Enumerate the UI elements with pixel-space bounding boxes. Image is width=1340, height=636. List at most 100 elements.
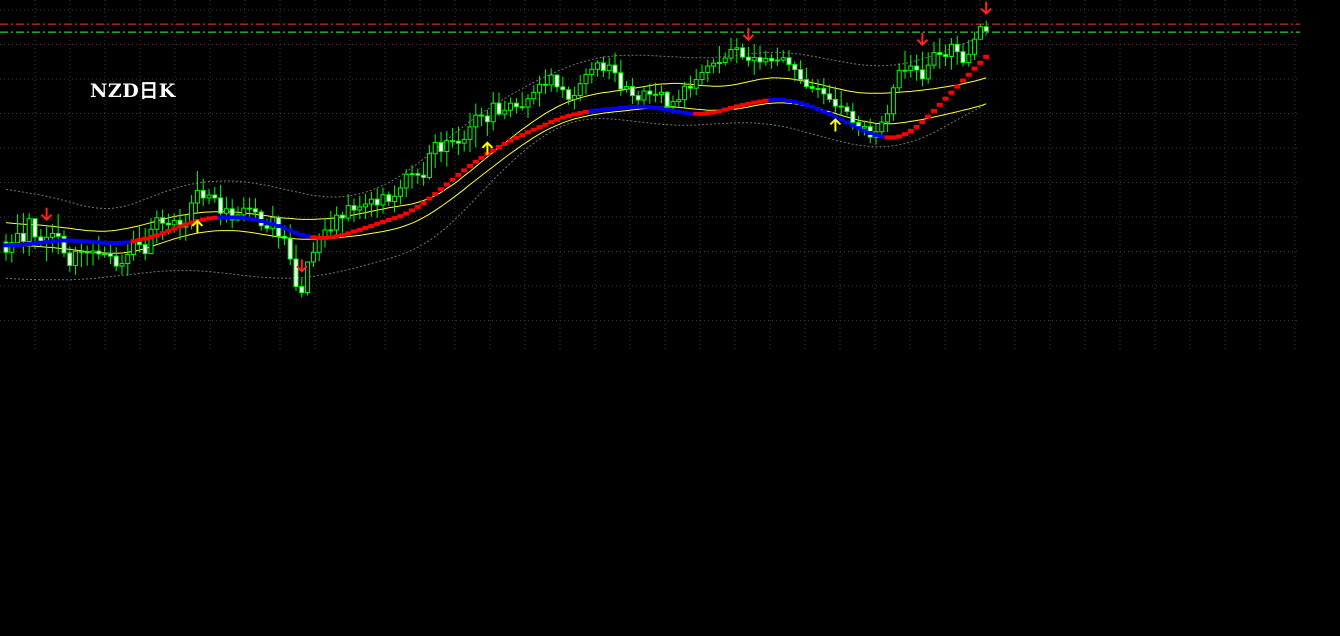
candle-body-up xyxy=(890,87,896,115)
trend-dot-up xyxy=(507,138,514,143)
trend-dot-down xyxy=(594,108,601,113)
candle-body-up xyxy=(194,190,200,204)
candle-body-up xyxy=(537,83,543,93)
candle-body-down xyxy=(32,218,38,238)
trend-dot-up xyxy=(327,235,334,240)
candle-body-down xyxy=(635,95,641,101)
trend-dot-down xyxy=(617,106,624,110)
trend-dot-up xyxy=(206,216,212,221)
trend-dot-down xyxy=(20,242,27,247)
candle-body-up xyxy=(780,57,786,61)
trend-dot-up xyxy=(965,72,972,77)
trend-dot-down xyxy=(641,104,647,109)
candle-body-up xyxy=(977,26,983,40)
candle-body-down xyxy=(293,258,299,288)
trend-dot-down xyxy=(90,240,96,245)
trend-dot-down xyxy=(3,243,9,248)
candle-body-down xyxy=(67,252,73,266)
candle-body-down xyxy=(919,69,925,80)
trend-dot-down xyxy=(246,216,253,221)
trend-dot-up xyxy=(211,215,218,220)
candle-body-down xyxy=(258,211,264,227)
trend-dot-down xyxy=(61,238,67,243)
trend-dot-down xyxy=(252,217,259,222)
candle-body-up xyxy=(624,86,630,90)
candle-body-down xyxy=(821,87,827,95)
trend-dot-down xyxy=(832,114,839,119)
candle-body-down xyxy=(247,207,253,210)
candle-body-up xyxy=(948,43,954,57)
candle-body-down xyxy=(374,198,380,206)
candle-body-down xyxy=(96,250,102,255)
candle-body-down xyxy=(740,47,746,58)
trend-dot-down xyxy=(623,105,630,110)
trend-dot-up xyxy=(449,177,456,182)
trend-dot-up xyxy=(722,107,729,112)
candle-body-up xyxy=(444,140,450,153)
candle-body-up xyxy=(606,64,612,72)
trend-dot-up xyxy=(182,222,189,227)
trend-dot-up xyxy=(461,168,468,173)
chart-background xyxy=(0,0,1340,631)
candle-body-down xyxy=(287,237,293,260)
candle-body-down xyxy=(803,79,809,88)
candle-body-up xyxy=(426,153,432,178)
candle-body-down xyxy=(421,174,427,178)
price-chart[interactable] xyxy=(0,0,1340,631)
trend-dot-up xyxy=(548,120,555,125)
trend-dot-up xyxy=(478,155,485,160)
candle-body-up xyxy=(357,206,363,211)
candle-body-down xyxy=(960,51,966,64)
trend-dot-up xyxy=(322,235,328,240)
trend-dot-down xyxy=(681,110,688,115)
candle-body-down xyxy=(513,102,519,108)
candle-body-down xyxy=(687,85,693,89)
trend-dot-down xyxy=(32,241,38,246)
trend-dot-down xyxy=(43,240,50,245)
candle-body-down xyxy=(629,86,635,97)
candle-body-up xyxy=(102,253,108,256)
trend-dot-up xyxy=(519,133,526,138)
candle-body-up xyxy=(711,62,717,67)
candle-body-down xyxy=(809,86,815,89)
trend-dot-down xyxy=(101,240,108,245)
trend-dot-down xyxy=(803,102,810,107)
trend-dot-up xyxy=(391,216,398,221)
candle-body-down xyxy=(218,197,224,214)
trend-dot-up xyxy=(153,233,160,238)
candle-body-up xyxy=(125,254,131,265)
trend-dot-down xyxy=(867,130,874,135)
candle-body-down xyxy=(792,63,798,71)
candle-body-down xyxy=(664,91,670,107)
trend-dot-up xyxy=(351,229,357,234)
trend-dot-up xyxy=(971,66,978,71)
trend-dot-up xyxy=(316,235,323,240)
trend-dot-up xyxy=(890,135,897,140)
candle-body-up xyxy=(368,198,374,205)
trend-dot-up xyxy=(536,125,543,130)
candle-body-up xyxy=(699,71,705,81)
candle-body-down xyxy=(386,194,392,202)
candle-body-up xyxy=(73,250,79,266)
candle-body-down xyxy=(281,235,287,239)
trend-dot-up xyxy=(171,226,178,231)
candle-body-down xyxy=(479,114,485,117)
candle-body-up xyxy=(432,142,438,155)
trend-dot-down xyxy=(652,105,659,110)
trend-dot-up xyxy=(496,145,502,150)
trend-dot-down xyxy=(293,230,299,235)
trend-dot-down xyxy=(855,126,862,131)
trend-dot-down xyxy=(217,215,224,220)
trend-dot-up xyxy=(362,226,369,230)
candle-body-up xyxy=(774,59,780,62)
candle-body-down xyxy=(844,106,850,113)
candle-body-up xyxy=(473,114,479,128)
candle-body-up xyxy=(334,214,340,231)
trend-dot-up xyxy=(130,239,137,244)
trend-dot-up xyxy=(716,109,723,114)
trend-dot-up xyxy=(728,106,734,110)
trend-dot-up xyxy=(571,112,578,117)
candle-body-down xyxy=(264,225,270,229)
trend-dot-down xyxy=(849,123,856,128)
trend-dot-up xyxy=(907,129,914,134)
